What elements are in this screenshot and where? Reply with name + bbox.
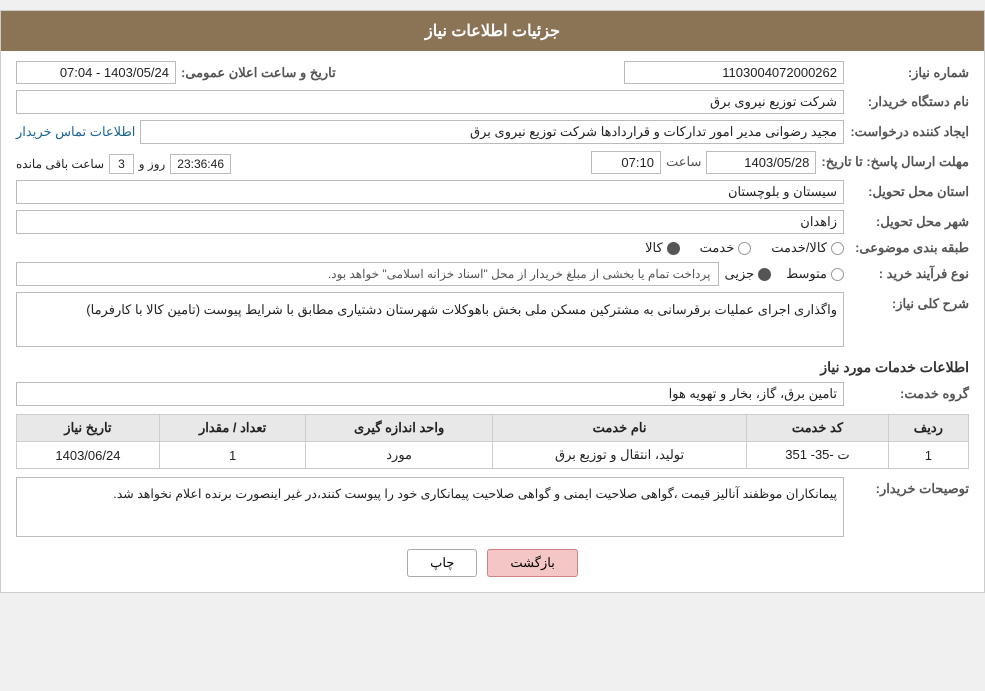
requester-value: مجید رضوانی مدیر امور تدارکات و قرارداده… bbox=[140, 120, 844, 144]
row-delivery-province: استان محل تحویل: سیستان و بلوچستان bbox=[16, 180, 969, 204]
table-header-row: ردیف کد خدمت نام خدمت واحد اندازه گیری ت… bbox=[17, 415, 969, 442]
cell-row: 1 bbox=[888, 442, 968, 469]
category-kala-label: کالا bbox=[645, 240, 663, 256]
row-service-group: گروه خدمت: تامین برق، گاز، بخار و تهویه … bbox=[16, 382, 969, 406]
purchase-type-label: نوع فرآیند خرید : bbox=[849, 266, 969, 282]
purchase-type-motevaset-label: متوسط bbox=[786, 266, 827, 282]
cell-qty: 1 bbox=[159, 442, 306, 469]
col-unit: واحد اندازه گیری bbox=[306, 415, 493, 442]
remaining-day-label: روز و bbox=[139, 157, 166, 171]
row-response-date: مهلت ارسال پاسخ: تا تاریخ: 1403/05/28 سا… bbox=[16, 150, 969, 174]
row-delivery-city: شهر محل تحویل: زاهدان bbox=[16, 210, 969, 234]
row-purchase-type: نوع فرآیند خرید : متوسط جزیی پرداخت تمام… bbox=[16, 262, 969, 286]
category-kala-khadamat-item[interactable]: کالا/خدمت bbox=[771, 240, 844, 256]
cell-unit: مورد bbox=[306, 442, 493, 469]
buyer-notes-label: توصیحات خریدار: bbox=[849, 477, 969, 497]
remaining-section: 23:36:46 روز و 3 ساعت باقی مانده bbox=[16, 154, 231, 174]
purchase-type-motevaset-radio bbox=[831, 268, 844, 281]
response-date-label: مهلت ارسال پاسخ: تا تاریخ: bbox=[821, 154, 969, 170]
category-kala-item[interactable]: کالا bbox=[645, 240, 680, 256]
category-radio-group: کالا/خدمت خدمت کالا bbox=[16, 240, 844, 256]
page-header: جزئیات اطلاعات نیاز bbox=[1, 11, 984, 51]
service-group-value: تامین برق، گاز، بخار و تهویه هوا bbox=[16, 382, 844, 406]
need-number-value: 1103004072000262 bbox=[624, 61, 844, 84]
buyer-notes-value: پیمانکاران موظفند آنالیز قیمت ،گواهی صلا… bbox=[16, 477, 844, 537]
category-khadamat-item[interactable]: خدمت bbox=[700, 240, 752, 256]
delivery-province-label: استان محل تحویل: bbox=[849, 184, 969, 200]
cell-code: ت -35- 351 bbox=[747, 442, 889, 469]
cell-name: تولید، انتقال و توزیع برق bbox=[492, 442, 746, 469]
need-number-label: شماره نیاز: bbox=[849, 65, 969, 81]
col-qty: تعداد / مقدار bbox=[159, 415, 306, 442]
buyer-org-label: نام دستگاه خریدار: bbox=[849, 94, 969, 110]
col-code: کد خدمت bbox=[747, 415, 889, 442]
purchase-type-jozi-item[interactable]: جزیی bbox=[724, 266, 771, 282]
delivery-province-value: سیستان و بلوچستان bbox=[16, 180, 844, 204]
purchase-type-jozi-radio bbox=[758, 268, 771, 281]
col-date: تاریخ نیاز bbox=[17, 415, 160, 442]
requester-label: ایجاد کننده درخواست: bbox=[849, 124, 969, 140]
row-buyer-org: نام دستگاه خریدار: شرکت توزیع نیروی برق bbox=[16, 90, 969, 114]
description-value: واگذاری اجرای عملیات برقرسانی به مشترکین… bbox=[16, 292, 844, 347]
row-buyer-notes: توصیحات خریدار: پیمانکاران موظفند آنالیز… bbox=[16, 477, 969, 537]
table-row: 1 ت -35- 351 تولید، انتقال و توزیع برق م… bbox=[17, 442, 969, 469]
page-title: جزئیات اطلاعات نیاز bbox=[425, 23, 560, 40]
row-requester: ایجاد کننده درخواست: مجید رضوانی مدیر ام… bbox=[16, 120, 969, 144]
response-time-label: ساعت bbox=[666, 154, 701, 170]
col-name: نام خدمت bbox=[492, 415, 746, 442]
remaining-time-value: 23:36:46 bbox=[170, 154, 231, 174]
announce-date-label: تاریخ و ساعت اعلان عمومی: bbox=[181, 65, 336, 81]
service-table-head: ردیف کد خدمت نام خدمت واحد اندازه گیری ت… bbox=[17, 415, 969, 442]
buttons-row: بازگشت چاپ bbox=[16, 549, 969, 577]
category-kala-khadamat-radio bbox=[831, 242, 844, 255]
row-need-number: شماره نیاز: 1103004072000262 تاریخ و ساع… bbox=[16, 61, 969, 84]
row-category: طبقه بندی موضوعی: کالا/خدمت خدمت کالا bbox=[16, 240, 969, 256]
purchase-type-note: پرداخت تمام یا بخشی از مبلغ خریدار از مح… bbox=[16, 262, 719, 286]
services-section-title: اطلاعات خدمات مورد نیاز bbox=[16, 359, 969, 376]
purchase-type-jozi-label: جزیی bbox=[724, 266, 754, 282]
print-button[interactable]: چاپ bbox=[407, 549, 477, 577]
announce-date-value: 1403/05/24 - 07:04 bbox=[16, 61, 176, 84]
service-group-label: گروه خدمت: bbox=[849, 386, 969, 402]
col-row: ردیف bbox=[888, 415, 968, 442]
remaining-suffix: ساعت باقی مانده bbox=[16, 157, 104, 171]
category-kala-radio bbox=[667, 242, 680, 255]
row-description: شرح کلی نیاز: واگذاری اجرای عملیات برقرس… bbox=[16, 292, 969, 347]
delivery-city-value: زاهدان bbox=[16, 210, 844, 234]
contact-link[interactable]: اطلاعات تماس خریدار bbox=[16, 124, 135, 140]
purchase-type-radio-group: متوسط جزیی bbox=[724, 266, 844, 282]
cell-date: 1403/06/24 bbox=[17, 442, 160, 469]
purchase-type-motevaset-item[interactable]: متوسط bbox=[786, 266, 844, 282]
category-label: طبقه بندی موضوعی: bbox=[849, 240, 969, 256]
service-table-body: 1 ت -35- 351 تولید، انتقال و توزیع برق م… bbox=[17, 442, 969, 469]
response-time-value: 07:10 bbox=[591, 151, 661, 174]
remaining-days: 3 bbox=[109, 154, 134, 174]
page-wrapper: جزئیات اطلاعات نیاز شماره نیاز: 11030040… bbox=[0, 10, 985, 593]
category-kala-khadamat-label: کالا/خدمت bbox=[771, 240, 827, 256]
delivery-city-label: شهر محل تحویل: bbox=[849, 214, 969, 230]
description-label: شرح کلی نیاز: bbox=[849, 292, 969, 312]
back-button[interactable]: بازگشت bbox=[487, 549, 577, 577]
service-table: ردیف کد خدمت نام خدمت واحد اندازه گیری ت… bbox=[16, 414, 969, 469]
response-date-value: 1403/05/28 bbox=[706, 151, 816, 174]
main-content: شماره نیاز: 1103004072000262 تاریخ و ساع… bbox=[1, 51, 984, 592]
buyer-org-value: شرکت توزیع نیروی برق bbox=[16, 90, 844, 114]
category-khadamat-label: خدمت bbox=[700, 240, 735, 256]
category-khadamat-radio bbox=[738, 242, 751, 255]
